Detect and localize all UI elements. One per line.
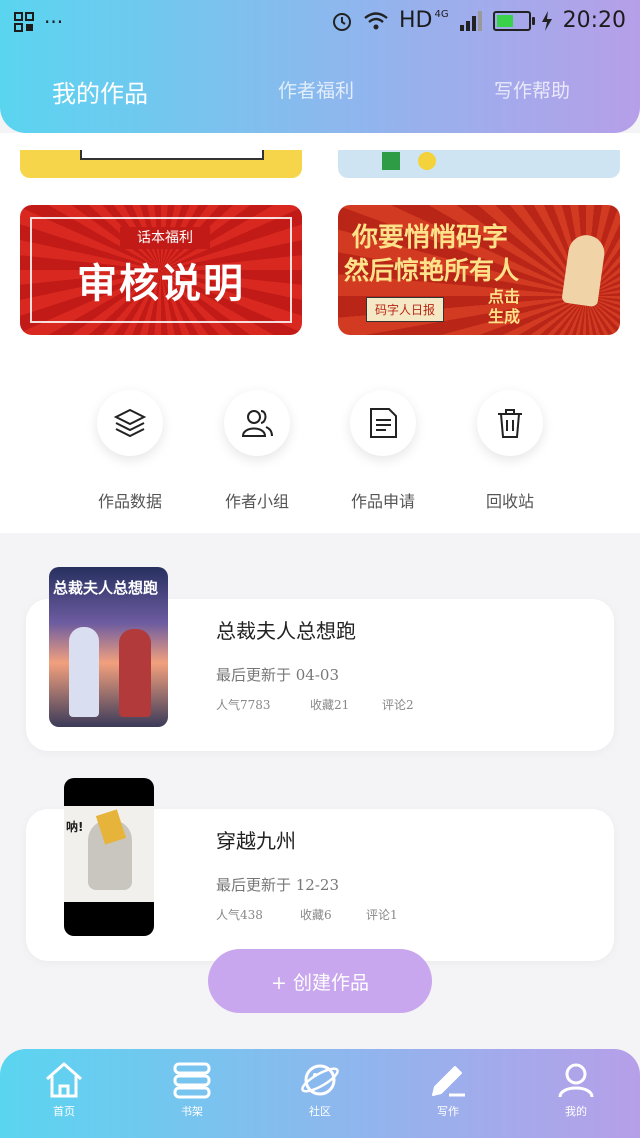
promo-action-line-2: 生成 xyxy=(488,307,521,326)
writing-promo-banner[interactable]: 你要悄悄码字 然后惊艳所有人 码字人日报 点击 生成 xyxy=(338,205,620,335)
tab-bar: 我的作品 作者福利 写作帮助 xyxy=(0,70,640,114)
audit-banner-small-text: 话本福利 xyxy=(120,227,210,249)
signal-badge: 4G xyxy=(434,9,449,20)
planet-icon xyxy=(301,1064,339,1096)
promo-badge: 码字人日报 xyxy=(366,297,445,322)
nav-community[interactable]: 社区 xyxy=(280,1061,360,1119)
promo-line-1: 你要悄悄码字 xyxy=(352,223,509,253)
work-popularity: 人气438 xyxy=(216,908,263,922)
banner-area: 话本福利 审核说明 你要悄悄码字 然后惊艳所有人 码字人日报 点击 生成 xyxy=(0,133,640,533)
recycle-bin-button[interactable] xyxy=(477,390,543,456)
layers-icon xyxy=(113,408,147,438)
raised-fist-illustration xyxy=(561,232,607,308)
create-work-button[interactable]: + 创建作品 xyxy=(208,949,432,1013)
network-type: HD xyxy=(398,8,433,33)
works-application-label: 作品申请 xyxy=(350,492,415,511)
work-popularity: 人气7783 xyxy=(216,698,271,712)
cover-title: 呐! xyxy=(66,820,84,834)
home-icon xyxy=(46,1062,82,1098)
partial-banner-left[interactable] xyxy=(20,150,302,178)
nav-community-label: 社区 xyxy=(309,1105,331,1118)
pen-icon xyxy=(432,1066,465,1097)
recycle-bin-label: 回收站 xyxy=(485,492,534,511)
work-title[interactable]: 穿越九州 xyxy=(216,825,296,854)
nav-home[interactable]: 首页 xyxy=(24,1061,104,1119)
works-data-button[interactable] xyxy=(97,390,163,456)
cover-title: 总裁夫人总想跑 xyxy=(53,579,159,597)
users-icon xyxy=(241,410,273,437)
audit-banner-title: 审核说明 xyxy=(77,261,245,307)
work-comments: 评论1 xyxy=(366,908,398,922)
promo-action: 点击 生成 xyxy=(488,287,520,327)
work-last-updated: 最后更新于 04-03 xyxy=(216,666,340,684)
work-last-updated: 最后更新于 12-23 xyxy=(216,876,340,894)
nav-profile-label: 我的 xyxy=(565,1105,587,1118)
work-favorites: 收藏6 xyxy=(300,908,332,922)
work-favorites: 收藏21 xyxy=(310,698,350,712)
more-dots: ··· xyxy=(44,10,64,34)
bookshelf-icon xyxy=(173,1062,211,1099)
signal-icon xyxy=(459,10,482,31)
status-time: 20:20 xyxy=(562,8,626,33)
nav-profile[interactable]: 我的 xyxy=(536,1061,616,1119)
profile-icon xyxy=(558,1063,594,1098)
author-group-label: 作者小组 xyxy=(224,492,289,511)
bottom-nav: 首页 书架 社区 写作 我的 xyxy=(0,1049,640,1138)
battery-icon xyxy=(492,10,535,31)
alarm-icon xyxy=(332,12,351,31)
apps-icon xyxy=(14,12,34,32)
charging-icon xyxy=(541,10,552,31)
work-comments: 评论2 xyxy=(382,698,414,712)
status-bar: ··· HD 4G 20:20 xyxy=(0,0,640,44)
book-cover[interactable]: 总裁夫人总想跑 xyxy=(49,567,168,727)
tab-writing-help[interactable]: 写作帮助 xyxy=(494,76,570,103)
nav-home-label: 首页 xyxy=(53,1105,75,1118)
partial-banner-right[interactable] xyxy=(338,150,620,178)
tab-author-benefits[interactable]: 作者福利 xyxy=(278,76,354,103)
trash-icon xyxy=(498,409,522,438)
nav-bookshelf[interactable]: 书架 xyxy=(152,1061,232,1119)
book-cover[interactable]: 呐! xyxy=(64,778,154,936)
tab-my-works[interactable]: 我的作品 xyxy=(52,74,148,109)
promo-line-2: 然后惊艳所有人 xyxy=(344,256,520,285)
work-title[interactable]: 总裁夫人总想跑 xyxy=(216,615,356,644)
works-application-button[interactable] xyxy=(350,390,416,456)
promo-action-line-1: 点击 xyxy=(488,287,521,306)
author-group-button[interactable] xyxy=(224,390,290,456)
works-data-label: 作品数据 xyxy=(97,492,162,511)
nav-write-label: 写作 xyxy=(437,1105,459,1118)
audit-explanation-banner[interactable]: 话本福利 审核说明 xyxy=(20,205,302,335)
nav-bookshelf-label: 书架 xyxy=(181,1105,203,1118)
header: ··· HD 4G 20:20 我的作品 作者福利 写作帮助 xyxy=(0,0,640,133)
nav-write[interactable]: 写作 xyxy=(408,1061,488,1119)
wifi-icon xyxy=(364,11,388,29)
document-icon xyxy=(370,408,397,438)
